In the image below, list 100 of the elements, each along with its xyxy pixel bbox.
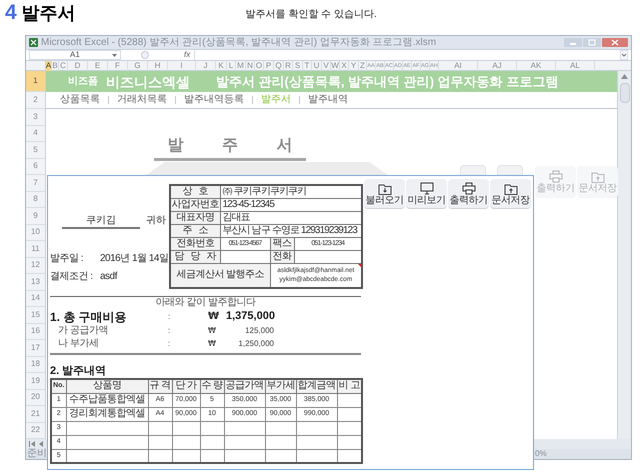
section-heading: 2. 발주내역 bbox=[50, 364, 108, 378]
honorific: 귀하 bbox=[146, 215, 166, 227]
row-header[interactable]: 5 bbox=[26, 142, 45, 158]
name-box[interactable]: A1 bbox=[29, 50, 121, 60]
row-header[interactable]: 9 bbox=[26, 208, 45, 224]
column-header: 규 격 bbox=[148, 379, 172, 393]
value-cell: 123-45-12345 bbox=[220, 198, 362, 212]
summary-label: 나 부가세 bbox=[57, 338, 100, 350]
form-button[interactable]: 문서저장 bbox=[490, 179, 531, 209]
table-cell: 경리회계통합엑셀 bbox=[66, 407, 148, 421]
comment-marker-icon bbox=[358, 264, 362, 267]
row-header[interactable]: 8 bbox=[26, 192, 45, 208]
field-label: 발주일 : bbox=[50, 253, 84, 265]
label-cell: 담 당 자 bbox=[170, 250, 220, 264]
maximize-icon[interactable] bbox=[583, 38, 601, 47]
label-cell: 사업자번호 bbox=[170, 198, 220, 212]
window-title: Microsoft Excel - (5288) 발주서 관리(상품목록, 발주내역 관리) 업무자동화 프로그램.xlsm bbox=[41, 36, 436, 48]
form-button[interactable]: 불러오기 bbox=[364, 179, 405, 209]
row-header[interactable]: 15 bbox=[26, 307, 45, 324]
scroll-up-icon[interactable] bbox=[621, 74, 628, 79]
row-header[interactable]: 4 bbox=[26, 126, 45, 142]
row-header[interactable]: 21 bbox=[26, 406, 45, 422]
row-header[interactable]: 16 bbox=[26, 324, 45, 340]
previous-sheet-icon[interactable] bbox=[38, 441, 43, 447]
nav-link[interactable]: 거래처목록 bbox=[116, 94, 167, 106]
row-header[interactable]: 6 bbox=[26, 158, 45, 175]
nav-link[interactable]: 상품목록 bbox=[60, 94, 100, 106]
function-button[interactable]: fx bbox=[184, 51, 190, 59]
printer-icon bbox=[462, 182, 476, 195]
label-cell: 주 소 bbox=[170, 224, 220, 238]
section-number: 4 bbox=[5, 1, 17, 25]
close-icon[interactable] bbox=[602, 38, 628, 47]
row-header[interactable]: 10 bbox=[26, 224, 45, 241]
colon-text: : bbox=[168, 326, 172, 336]
toolbar-button[interactable]: 출력하기 bbox=[535, 166, 576, 198]
status-text: 준비 bbox=[26, 449, 47, 459]
amount-value: 125,000 bbox=[244, 326, 274, 336]
amount-value: 1,250,000 bbox=[237, 338, 274, 348]
sheet-title: 발 주 서 bbox=[168, 136, 292, 156]
row-header[interactable]: 3 bbox=[26, 109, 45, 126]
row-header[interactable]: 1 bbox=[26, 71, 45, 92]
cell-reference: A1 bbox=[70, 51, 80, 59]
row-header[interactable]: 11 bbox=[26, 241, 45, 258]
colon-text: : bbox=[168, 338, 172, 348]
field-label: 결제조건 : bbox=[50, 271, 94, 283]
column-header[interactable]: A bbox=[46, 61, 52, 71]
column-header: 비 고 bbox=[337, 379, 362, 393]
nav-link[interactable]: 발주내역 bbox=[308, 94, 348, 106]
summary-heading: 1. 총 구매비용 bbox=[50, 310, 128, 324]
vertical-scrollbar[interactable] bbox=[617, 71, 631, 439]
folder-upload-icon bbox=[590, 170, 604, 183]
column-header: 수 량 bbox=[200, 379, 224, 393]
value-cell: 김대표 bbox=[220, 212, 362, 224]
section-description: 발주서를 확인할 수 있습니다. bbox=[246, 9, 377, 21]
row-header[interactable]: 20 bbox=[26, 390, 45, 406]
banner-title: 발주서 관리(상품목록, 발주내역 관리) 업무자동화 프로그램 bbox=[216, 74, 558, 90]
label-cell: 상 호 bbox=[170, 185, 220, 198]
row-header[interactable]: 19 bbox=[26, 373, 45, 390]
summary-label: 가 공급가액 bbox=[57, 324, 109, 336]
row-header[interactable]: 12 bbox=[26, 258, 45, 274]
row-header[interactable]: 2 bbox=[26, 92, 45, 109]
caret-icon[interactable] bbox=[112, 54, 117, 56]
nav-link[interactable]: 발주내역등록 bbox=[184, 94, 244, 106]
value-cell: ㈜ 쿠키쿠키쿠키쿠키 bbox=[220, 185, 362, 198]
toolbar-button[interactable]: 문서저장 bbox=[577, 166, 618, 198]
row-header[interactable]: 13 bbox=[26, 274, 45, 290]
form-button[interactable]: 출력하기 bbox=[448, 179, 489, 209]
label-cell: 세금계산서 발행주소 bbox=[170, 264, 270, 288]
printer-icon bbox=[548, 170, 562, 183]
row-header[interactable]: 18 bbox=[26, 356, 45, 373]
currency-sign: ₩ bbox=[208, 338, 217, 348]
column-header: 부가세 bbox=[265, 379, 296, 393]
excel-icon bbox=[29, 38, 38, 47]
field-value: asdf bbox=[100, 271, 117, 283]
table-cell: 수주납품통합엑셀 bbox=[66, 393, 148, 407]
row-header[interactable]: 7 bbox=[26, 175, 45, 192]
scroll-thumb[interactable] bbox=[620, 83, 630, 103]
label-cell: 전화번호 bbox=[170, 238, 220, 250]
brand-tag: 비즈폼 bbox=[68, 76, 98, 88]
currency-sign: ₩ bbox=[208, 326, 217, 336]
field-value: 2016년 1월 14일 bbox=[100, 253, 168, 265]
column-header: 상품명 bbox=[66, 379, 148, 393]
nav-link[interactable]: 발주서 bbox=[260, 94, 291, 106]
recipient-name: 쿠키김 bbox=[86, 215, 116, 227]
column-header: 합계금액 bbox=[296, 379, 337, 393]
colon-text: : bbox=[168, 312, 172, 322]
form-button[interactable]: 미리보기 bbox=[406, 179, 447, 209]
first-sheet-icon[interactable] bbox=[29, 441, 35, 447]
row-header[interactable]: 17 bbox=[26, 340, 45, 356]
notice-text: 아래와 같이 발주합니다 bbox=[154, 297, 257, 309]
row-header[interactable]: 14 bbox=[26, 290, 45, 307]
amount-value: 1,375,000 bbox=[226, 310, 274, 323]
section-title: 발주서 bbox=[22, 2, 76, 25]
folder-download-icon bbox=[378, 182, 392, 195]
folder-upload-icon bbox=[504, 182, 518, 195]
zoom-level: 0% bbox=[535, 450, 547, 458]
expand-icon[interactable] bbox=[620, 50, 628, 60]
minimize-icon[interactable] bbox=[564, 38, 582, 47]
label-cell: 대표자명 bbox=[170, 212, 220, 224]
column-header: 공급가액 bbox=[224, 379, 265, 393]
